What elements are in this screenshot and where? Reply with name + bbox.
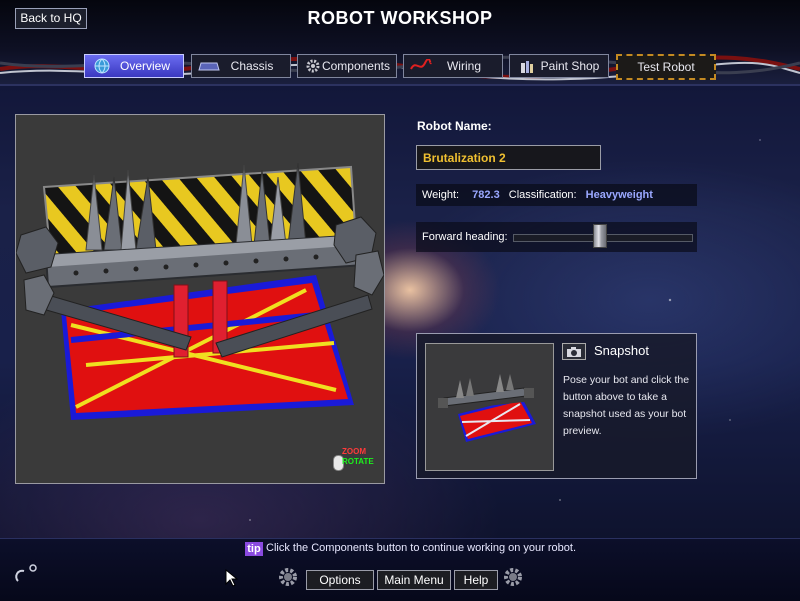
tab-components-label: Components (321, 59, 390, 73)
snapshot-camera-button[interactable] (562, 343, 586, 360)
forward-heading-label: Forward heading: (422, 231, 508, 243)
snapshot-panel: Snapshot Pose your bot and click the but… (416, 333, 697, 479)
tip-badge: tip (245, 542, 263, 556)
tip-text: Click the Components button to continue … (266, 542, 577, 554)
weight-value: 782.3 (472, 189, 500, 201)
paint-icon (516, 58, 538, 74)
snapshot-preview (425, 343, 554, 471)
gear-icon-left (279, 568, 297, 586)
classification-label: Classification: (508, 189, 577, 201)
robot-3d-viewport[interactable]: ZOOM ROTATE (15, 114, 385, 484)
tab-overview-label: Overview (119, 59, 170, 73)
zoom-hint: ZOOM (342, 447, 366, 456)
tab-paint-shop-label: Paint Shop (540, 59, 600, 73)
weight-label: Weight: (422, 189, 460, 201)
footer-bar: tip Click the Components button to conti… (0, 538, 800, 601)
tab-wiring-label: Wiring (446, 59, 481, 73)
snapshot-title: Snapshot (594, 343, 649, 358)
chassis-icon (198, 58, 220, 74)
robot-name-input[interactable]: Brutalization 2 (416, 145, 601, 170)
tab-chassis-label: Chassis (230, 59, 274, 73)
robot-name-label: Robot Name: (417, 119, 492, 133)
mouse-cursor-icon (225, 569, 239, 587)
tab-components[interactable]: Components (297, 54, 397, 78)
tab-paint-shop[interactable]: Paint Shop (509, 54, 609, 78)
wire-icon (410, 58, 432, 74)
rotate-hint: ROTATE (342, 457, 374, 466)
robot-render (16, 162, 384, 420)
tab-overview[interactable]: Overview (84, 54, 184, 78)
header-bar: Back to HQ ROBOT WORKSHOP Overview Chass… (0, 0, 800, 86)
robot-stats: Weight: 782.3 Classification: Heavyweigh… (416, 184, 697, 206)
main-menu-button[interactable]: Main Menu (377, 570, 451, 590)
gear-icon-right (504, 568, 522, 586)
globe-icon (91, 58, 113, 74)
options-button[interactable]: Options (306, 570, 374, 590)
slider-thumb[interactable] (593, 224, 608, 248)
page-title: ROBOT WORKSHOP (307, 8, 493, 28)
tab-wiring[interactable]: Wiring (403, 54, 503, 78)
classification-value: Heavyweight (585, 189, 653, 201)
help-button[interactable]: Help (454, 570, 498, 590)
robot-thumbnail (438, 374, 536, 442)
tab-test-robot[interactable]: Test Robot (616, 54, 716, 80)
snapshot-description: Pose your bot and click the button above… (563, 374, 690, 437)
moon-logo-icon (15, 564, 37, 582)
camera-icon (567, 346, 581, 357)
gear-icon (304, 58, 322, 74)
tab-chassis[interactable]: Chassis (191, 54, 291, 78)
tab-test-robot-label: Test Robot (637, 60, 695, 74)
forward-heading-control: Forward heading: (416, 222, 697, 252)
